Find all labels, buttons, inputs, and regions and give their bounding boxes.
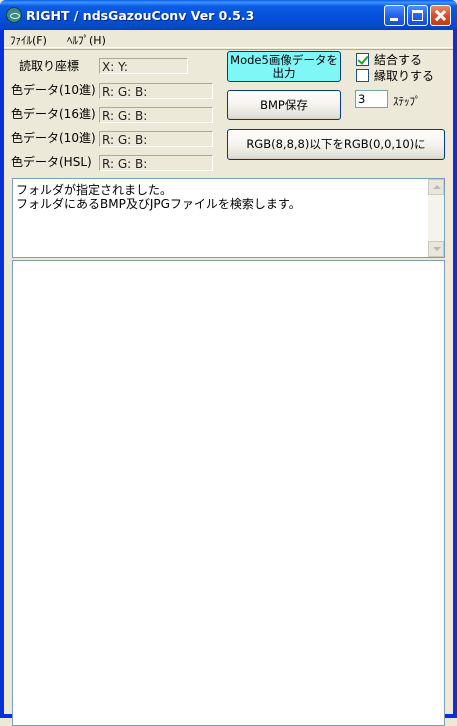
color-hex-label: 色データ(16進)	[11, 107, 96, 121]
export-mode5-label-2: 出力	[272, 66, 296, 80]
log-line: フォルダにあるBMP及びJPGファイルを検索します。	[16, 197, 301, 211]
minimize-button[interactable]	[384, 5, 405, 26]
color-hex-value: R: G: B:	[99, 107, 213, 123]
maximize-icon	[412, 10, 423, 21]
coord-value: X: Y:	[99, 58, 188, 74]
border-label: 縁取りする	[374, 69, 435, 83]
chevron-up-icon	[433, 185, 441, 189]
image-preview-area[interactable]	[12, 260, 445, 726]
rgb-convert-button[interactable]: RGB(8,8,8)以下をRGB(0,0,10)に	[227, 129, 445, 160]
maximize-button[interactable]	[407, 5, 428, 26]
export-mode5-button[interactable]: Mode5画像データを 出力	[227, 51, 341, 82]
minimize-icon	[390, 18, 398, 21]
client-area: ﾌｧｲﾙ(F) ﾍﾙﾌﾟ(H) 読取り座標 X: Y: 色データ(10進) R:…	[4, 30, 453, 726]
color-hsl-label: 色データ(HSL)	[11, 155, 92, 169]
menu-file[interactable]: ﾌｧｲﾙ(F)	[10, 32, 47, 48]
scroll-up-button[interactable]	[428, 179, 444, 195]
window-title: RIGHT / ndsGazouConv Ver 0.5.3	[26, 8, 255, 23]
menu-bar: ﾌｧｲﾙ(F) ﾍﾙﾌﾟ(H)	[4, 30, 453, 48]
color-hsl-value: R: G: B:	[99, 155, 213, 171]
log-scrollbar[interactable]	[428, 179, 444, 257]
title-bar[interactable]: RIGHT / ndsGazouConv Ver 0.5.3	[0, 0, 457, 30]
color-dec2-value: R: G: B:	[99, 131, 213, 147]
border-checkbox[interactable]	[356, 69, 369, 82]
color-dec-label: 色データ(10進)	[11, 83, 96, 97]
close-button[interactable]	[430, 5, 451, 26]
coord-label: 読取り座標	[19, 59, 80, 73]
bmp-save-button[interactable]: BMP保存	[227, 90, 341, 120]
main-panel: 読取り座標 X: Y: 色データ(10進) R: G: B: 色データ(16進)…	[4, 49, 453, 726]
color-dec-value: R: G: B:	[99, 83, 213, 99]
scroll-down-button[interactable]	[428, 241, 444, 257]
step-input[interactable]: 3	[355, 90, 388, 108]
log-textbox[interactable]: フォルダが指定されました。 フォルダにあるBMP及びJPGファイルを検索します。	[12, 178, 445, 258]
menu-help[interactable]: ﾍﾙﾌﾟ(H)	[67, 32, 106, 48]
color-dec2-label: 色データ(10進)	[11, 131, 96, 145]
chevron-down-icon	[433, 247, 441, 251]
combine-label: 結合する	[374, 53, 423, 67]
app-window: RIGHT / ndsGazouConv Ver 0.5.3 ﾌｧｲﾙ(F) ﾍ…	[0, 0, 457, 726]
close-icon	[431, 6, 450, 25]
app-icon[interactable]	[6, 7, 22, 23]
step-label: ｽﾃｯﾌﾟ	[393, 95, 421, 108]
combine-checkbox[interactable]	[356, 53, 369, 66]
